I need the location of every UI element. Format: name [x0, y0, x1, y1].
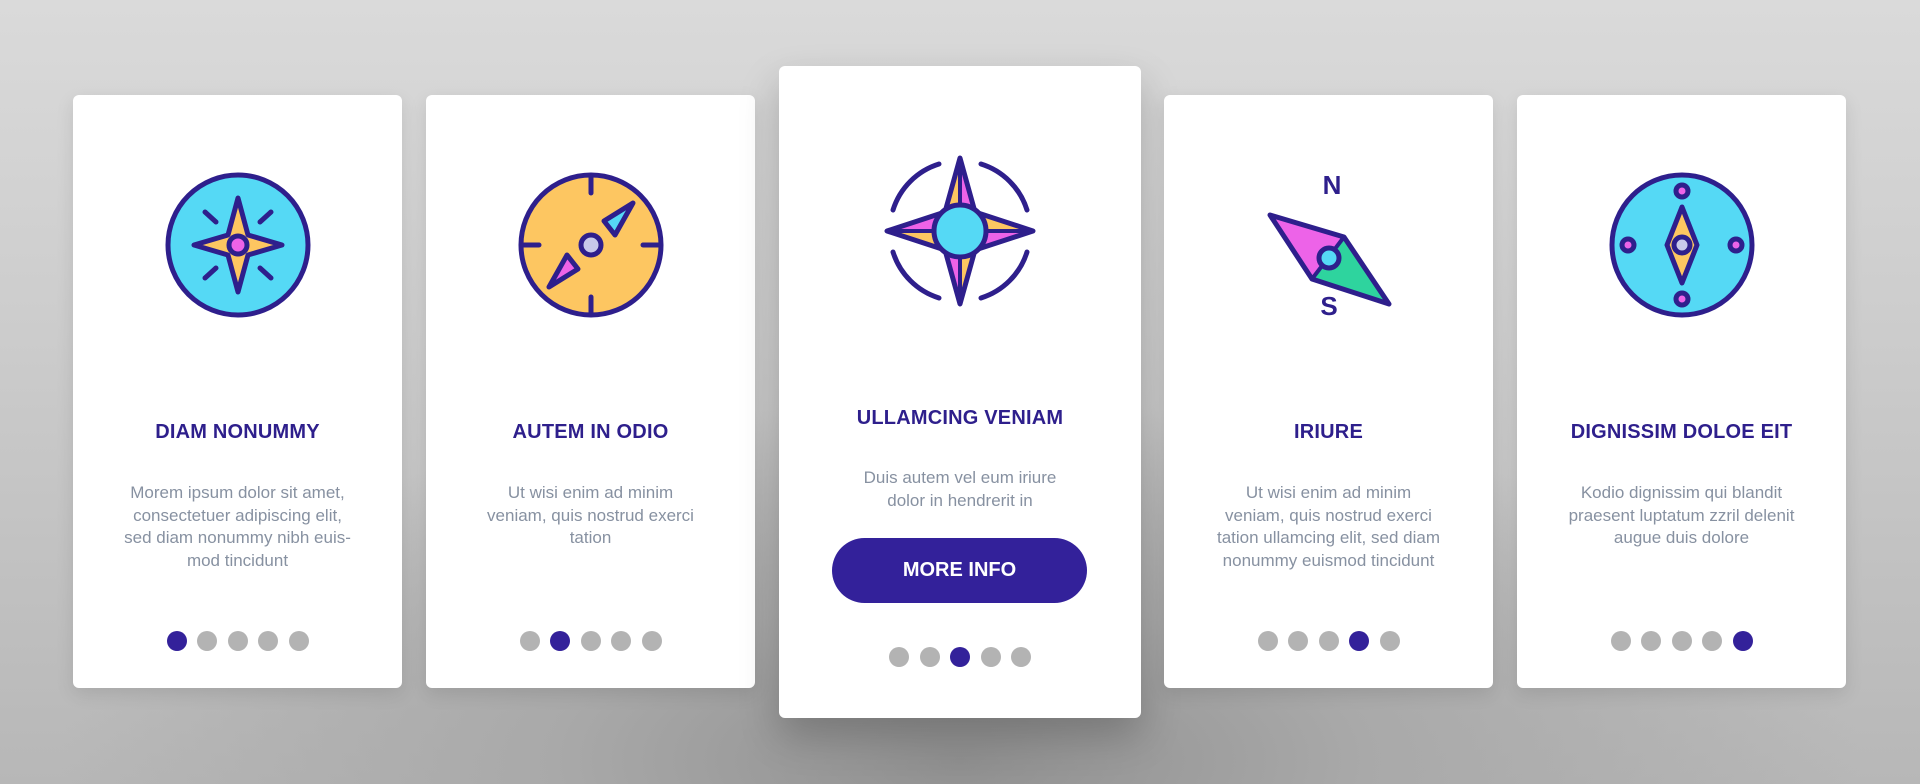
- description-line: Duis autem vel eum iriure: [863, 468, 1057, 487]
- pagination-dot-active[interactable]: [550, 631, 570, 651]
- card-description: Morem ipsum dolor sit amet, consectetuer…: [93, 482, 382, 572]
- pagination-dot[interactable]: [889, 647, 909, 667]
- pagination-dots: [73, 631, 402, 651]
- more-info-button[interactable]: MORE INFO: [832, 538, 1087, 603]
- pagination-dot[interactable]: [1610, 631, 1631, 651]
- pagination-dot[interactable]: [258, 631, 278, 651]
- card-title: DIGNISSIM DOLOE EIT: [1570, 421, 1793, 443]
- onboarding-card-2: AUTEM IN ODIO Ut wisi enim ad minim veni…: [426, 95, 755, 688]
- pagination-dot-active[interactable]: [166, 631, 187, 651]
- description-line: consectetuer adipiscing elit,: [133, 505, 342, 525]
- description-line: mod tincidunt: [186, 550, 289, 570]
- pagination-dot[interactable]: [1641, 631, 1661, 651]
- card-description: Ut wisi enim ad minim veniam, quis nostr…: [1184, 482, 1473, 572]
- onboarding-card-1: DIAM NONUMMY Morem ipsum dolor sit amet,…: [73, 95, 402, 688]
- description-line: praesent luptatum zzril delenit: [1568, 505, 1795, 525]
- description-line: tation ullamcing elit, sed diam: [1216, 528, 1440, 547]
- pagination-dots: [426, 631, 755, 651]
- card-description: Ut wisi enim ad minim veniam, quis nostr…: [446, 482, 735, 550]
- pagination-dot[interactable]: [1288, 631, 1308, 651]
- compass-needle-icon: N S: [1267, 170, 1391, 321]
- pagination-dot[interactable]: [1702, 631, 1722, 651]
- pagination-dot[interactable]: [611, 631, 631, 651]
- description-line: tation: [569, 528, 612, 547]
- pagination-dot[interactable]: [519, 631, 540, 651]
- description-line: Kodio dignissim qui blandit: [1580, 483, 1783, 502]
- compass-dial-icon: [1609, 172, 1754, 318]
- description-line: sed diam nonummy nibh euis-: [124, 528, 351, 547]
- compass-arrows-icon: [518, 172, 663, 318]
- card-title: AUTEM IN ODIO: [512, 421, 669, 443]
- pagination-dot-active[interactable]: [950, 647, 970, 667]
- pagination-dot-active[interactable]: [1349, 631, 1369, 651]
- card-title: IRIURE: [1294, 421, 1363, 443]
- pagination-dot[interactable]: [580, 631, 601, 651]
- pagination-dot[interactable]: [641, 631, 662, 651]
- pagination-dot[interactable]: [1257, 631, 1278, 651]
- description-line: Ut wisi enim ad minim: [1245, 483, 1412, 502]
- card-title: DIAM NONUMMY: [155, 421, 320, 443]
- description-line: dolor in hendrerit in: [887, 490, 1033, 510]
- card-description: Duis autem vel eum iriure dolor in hendr…: [799, 467, 1121, 512]
- pagination-dots: [1164, 631, 1493, 651]
- onboarding-card-4: N S IRIURE Ut wisi enim ad minim veniam,…: [1164, 95, 1493, 688]
- compass-star-icon: [165, 172, 310, 318]
- pagination-dot[interactable]: [919, 647, 940, 667]
- pagination-dot[interactable]: [980, 647, 1001, 667]
- pagination-dot-active[interactable]: [1732, 631, 1753, 651]
- wind-rose-icon: [884, 155, 1036, 307]
- description-line: nonummy euismod tincidunt: [1222, 550, 1435, 570]
- card-description: Kodio dignissim qui blandit praesent lup…: [1537, 482, 1826, 550]
- description-line: Ut wisi enim ad minim: [507, 483, 674, 502]
- pagination-dots: [779, 647, 1141, 667]
- description-line: veniam, quis nostrud exerci: [1225, 505, 1432, 525]
- pagination-dot[interactable]: [1671, 631, 1692, 651]
- description-line: Morem ipsum dolor sit amet,: [130, 483, 345, 502]
- card-title: ULLAMCING VENIAM: [856, 407, 1064, 429]
- pagination-dot[interactable]: [227, 631, 248, 651]
- pagination-dots: [1517, 631, 1846, 651]
- pagination-dot[interactable]: [1011, 647, 1031, 667]
- onboarding-card-3: ULLAMCING VENIAM Duis autem vel eum iriu…: [779, 66, 1141, 718]
- description-line: augue duis dolore: [1613, 528, 1750, 547]
- onboarding-card-5: DIGNISSIM DOLOE EIT Kodio dignissim qui …: [1517, 95, 1846, 688]
- pagination-dot[interactable]: [1379, 631, 1400, 651]
- north-label: N: [1322, 170, 1341, 200]
- pagination-dot[interactable]: [288, 631, 309, 651]
- pagination-dot[interactable]: [197, 631, 217, 651]
- description-line: veniam, quis nostrud exerci: [487, 505, 694, 525]
- pagination-dot[interactable]: [1318, 631, 1339, 651]
- south-label: S: [1320, 291, 1337, 321]
